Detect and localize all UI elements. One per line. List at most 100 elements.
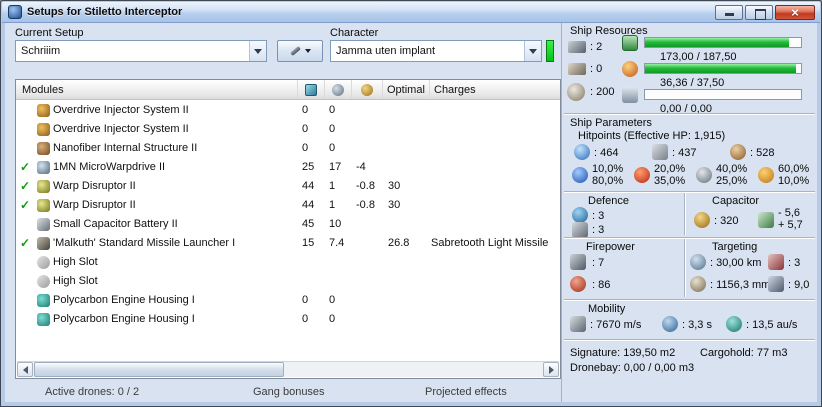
table-row[interactable]: Polycarbon Engine Housing I 0 0 — [17, 291, 559, 310]
module-cpu: 0 — [302, 104, 309, 116]
table-row[interactable]: Overdrive Injector System II 0 0 — [17, 101, 559, 120]
window-title: Setups for Stiletto Interceptor — [27, 6, 183, 18]
ship-parameters-title: Ship Parameters — [570, 117, 652, 129]
cpu-column-header[interactable] — [298, 80, 325, 99]
active-check-icon: ✓ — [19, 236, 31, 250]
module-icon — [36, 199, 50, 212]
cpu-icon — [305, 83, 317, 96]
em-armor-resist: 80,0% — [592, 175, 624, 187]
scroll-right-button[interactable] — [543, 362, 559, 377]
table-row[interactable]: High Slot — [17, 253, 559, 272]
maximize-button[interactable] — [745, 5, 773, 20]
module-icon — [36, 237, 50, 250]
ship-stats-panel: Ship Resources : 2 : 0 : 200 173,00 / 18… — [561, 23, 817, 402]
eft-window: Setups for Stiletto Interceptor Current … — [0, 0, 822, 407]
titlebar[interactable]: Setups for Stiletto Interceptor — [2, 2, 820, 23]
character-dropdown-icon[interactable] — [524, 41, 541, 61]
capacitor-drain-value: - 5,6 — [778, 207, 801, 219]
divider — [684, 193, 685, 235]
module-icon — [36, 256, 50, 269]
divider — [564, 339, 815, 340]
table-row[interactable]: High Slot — [17, 272, 559, 291]
modules-table: Modules Optimal Charges Overdrive Inject… — [15, 79, 561, 379]
module-powergrid: 17 — [329, 161, 342, 173]
calibration-value: : 200 — [590, 86, 615, 98]
module-icon — [36, 218, 50, 231]
capacitor-amount-value: : 320 — [714, 215, 739, 227]
table-row[interactable]: ✓ 1MN MicroWarpdrive II 25 17 -4 — [17, 158, 559, 177]
align-time-icon — [662, 316, 678, 332]
max-targets-icon — [768, 254, 784, 270]
module-cpu: 0 — [302, 294, 309, 306]
module-icon — [36, 123, 50, 136]
modules-column-header[interactable]: Modules — [16, 80, 298, 99]
firepower-title: Firepower — [586, 241, 635, 253]
gang-bonuses-section[interactable]: Gang bonuses — [253, 386, 325, 398]
character-skill-indicator — [546, 40, 554, 62]
sensor-strength-value: : 9,0 — [788, 279, 810, 291]
module-powergrid: 1 — [329, 199, 336, 211]
em-shield-resist: 10,0% — [592, 163, 624, 175]
targeting-title: Targeting — [712, 241, 758, 253]
module-optimal: 30 — [388, 180, 401, 192]
capacitor-icon — [361, 83, 373, 96]
em-resist-icon — [572, 167, 588, 183]
active-check-icon: ✓ — [19, 179, 31, 193]
divider — [564, 191, 815, 192]
table-row[interactable]: Small Capacitor Battery II 45 10 — [17, 215, 559, 234]
module-cpu: 25 — [302, 161, 315, 173]
thermal-resist-icon — [634, 167, 650, 183]
module-cpu: 15 — [302, 237, 315, 249]
drone-bandwidth-icon — [622, 87, 638, 103]
module-optimal: 30 — [388, 199, 401, 211]
current-setup-dropdown-icon[interactable] — [249, 41, 266, 61]
powergrid-icon — [332, 83, 344, 96]
tools-icon — [289, 45, 301, 57]
close-button[interactable] — [775, 5, 815, 20]
cpu-resource-icon — [622, 35, 638, 51]
active-check-icon: ✓ — [19, 198, 31, 212]
cpu-usage-value: 173,00 / 187,50 — [660, 51, 737, 63]
table-row[interactable]: ✓ Warp Disruptor II 44 1 -0.8 30 — [17, 177, 559, 196]
active-drones-section[interactable]: Active drones: 0 / 2 — [45, 386, 139, 398]
hull-hp-value: : 528 — [750, 147, 775, 159]
powergrid-bar — [644, 63, 802, 74]
module-name: 'Malkuth' Standard Missile Launcher I — [53, 237, 236, 249]
powergrid-resource-icon — [622, 61, 638, 77]
modules-table-header[interactable]: Modules Optimal Charges — [16, 80, 560, 100]
thermal-shield-resist: 20,0% — [654, 163, 686, 175]
cargohold-value: Cargohold: 77 m3 — [700, 347, 788, 359]
table-row[interactable]: ✓ Warp Disruptor II 44 1 -0.8 30 — [17, 196, 559, 215]
optimal-column-header[interactable]: Optimal — [383, 80, 430, 99]
modules-table-body: Overdrive Injector System II 0 0 Overdri… — [17, 101, 559, 361]
scroll-left-button[interactable] — [17, 362, 33, 377]
powergrid-usage-value: 36,36 / 37,50 — [660, 77, 725, 89]
module-powergrid: 0 — [329, 142, 336, 154]
table-row[interactable]: Overdrive Injector System II 0 0 — [17, 120, 559, 139]
current-setup-select[interactable]: Schriiim — [15, 40, 267, 62]
scrollbar-thumb[interactable] — [34, 362, 284, 377]
defence-title: Defence — [588, 195, 629, 207]
scan-resolution-icon — [690, 276, 706, 292]
minimize-button[interactable] — [715, 5, 743, 20]
module-name: Polycarbon Engine Housing I — [53, 294, 195, 306]
module-icon — [36, 161, 50, 174]
character-select[interactable]: Jamma uten implant — [330, 40, 542, 62]
capacitor-amount-icon — [694, 212, 710, 228]
turret-hardpoints-icon — [568, 41, 586, 53]
capacitor-recharge-icon — [758, 212, 774, 228]
horizontal-scrollbar[interactable] — [17, 361, 559, 377]
launcher-hardpoints-value: : 0 — [590, 63, 603, 75]
table-row[interactable]: Polycarbon Engine Housing I 0 0 — [17, 310, 559, 329]
powergrid-column-header[interactable] — [325, 80, 352, 99]
max-targets-value: : 3 — [788, 257, 801, 269]
table-row[interactable]: ✓ 'Malkuth' Standard Missile Launcher I … — [17, 234, 559, 253]
capacitor-column-header[interactable] — [352, 80, 383, 99]
setup-actions-button[interactable] — [277, 40, 323, 62]
sensor-strength-icon — [768, 276, 784, 292]
charges-column-header[interactable]: Charges — [430, 80, 560, 99]
projected-effects-section[interactable]: Projected effects — [425, 386, 507, 398]
module-name: Overdrive Injector System II — [53, 123, 189, 135]
table-row[interactable]: Nanofiber Internal Structure II 0 0 — [17, 139, 559, 158]
module-cpu: 0 — [302, 123, 309, 135]
